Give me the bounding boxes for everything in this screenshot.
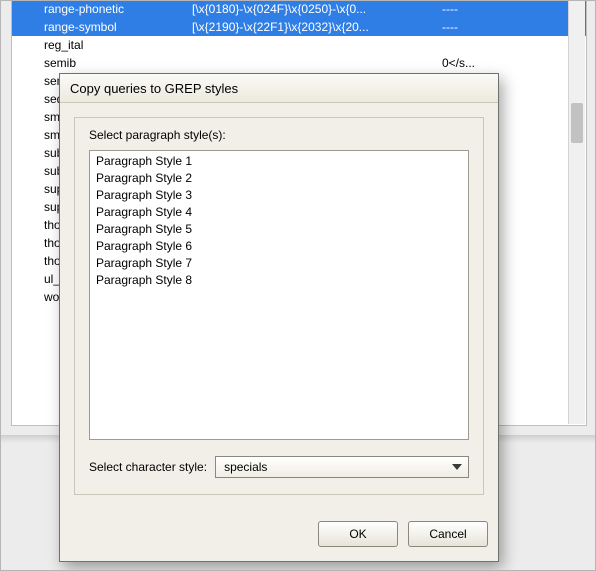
dialog-body: Select paragraph style(s): Paragraph Sty…	[60, 103, 498, 509]
paragraph-style-list[interactable]: Paragraph Style 1Paragraph Style 2Paragr…	[89, 150, 469, 440]
query-list-row[interactable]: reg_ital	[12, 36, 586, 54]
character-style-value: specials	[224, 460, 267, 474]
query-name: semib	[44, 54, 192, 72]
dialog-title: Copy queries to GREP styles	[70, 81, 238, 96]
paragraph-style-item[interactable]: Paragraph Style 6	[94, 238, 464, 255]
query-list-scrollbar[interactable]	[568, 0, 585, 424]
character-style-combo[interactable]: specials	[215, 456, 469, 478]
cancel-button[interactable]: Cancel	[408, 521, 488, 547]
chevron-down-icon	[452, 464, 462, 470]
query-expression: [\x{2190}-\x{22F1}\x{2032}\x{20...	[192, 18, 442, 36]
paragraph-style-item[interactable]: Paragraph Style 3	[94, 187, 464, 204]
paragraph-style-label: Select paragraph style(s):	[89, 128, 469, 142]
query-expression: [\x{0180}-\x{024F}\x{0250}-\x{0...	[192, 0, 442, 18]
paragraph-style-item[interactable]: Paragraph Style 8	[94, 272, 464, 289]
character-style-row: Select character style: specials	[89, 456, 469, 478]
paragraph-style-item[interactable]: Paragraph Style 4	[94, 204, 464, 221]
query-replacement: 0</s...	[442, 54, 522, 72]
query-list-row[interactable]: range-phonetic[\x{0180}-\x{024F}\x{0250}…	[12, 0, 586, 18]
query-list-row[interactable]: semib 0</s...	[12, 54, 586, 72]
dialog-button-bar: OK Cancel	[60, 509, 498, 561]
dialog-group: Select paragraph style(s): Paragraph Sty…	[74, 117, 484, 495]
ok-button-label: OK	[349, 527, 366, 541]
copy-queries-dialog: Copy queries to GREP styles Select parag…	[59, 73, 499, 562]
query-name: range-phonetic	[44, 0, 192, 18]
dialog-titlebar[interactable]: Copy queries to GREP styles	[60, 74, 498, 103]
cancel-button-label: Cancel	[429, 527, 466, 541]
query-replacement: ----	[442, 18, 522, 36]
query-list-row[interactable]: range-symbol[\x{2190}-\x{22F1}\x{2032}\x…	[12, 18, 586, 36]
ok-button[interactable]: OK	[318, 521, 398, 547]
paragraph-style-item[interactable]: Paragraph Style 1	[94, 153, 464, 170]
app-window: range-Hebrew[\x{0590}-\x{05FF}]+----rang…	[0, 0, 596, 571]
paragraph-style-item[interactable]: Paragraph Style 5	[94, 221, 464, 238]
paragraph-style-item[interactable]: Paragraph Style 7	[94, 255, 464, 272]
paragraph-style-item[interactable]: Paragraph Style 2	[94, 170, 464, 187]
scrollbar-thumb[interactable]	[571, 103, 583, 143]
query-name: range-symbol	[44, 18, 192, 36]
query-name: reg_ital	[44, 36, 192, 54]
character-style-label: Select character style:	[89, 460, 207, 474]
query-replacement: ----	[442, 0, 522, 18]
